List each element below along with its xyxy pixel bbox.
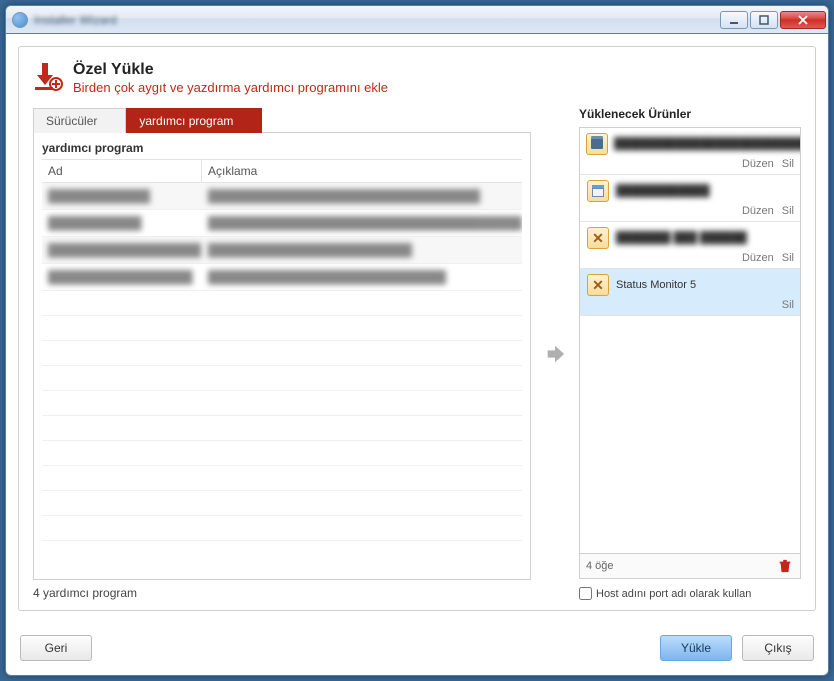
empty-row xyxy=(42,516,522,541)
delete-link[interactable]: Sil xyxy=(782,205,794,217)
content-area: Özel Yükle Birden çok aygıt ve yazdırma … xyxy=(6,34,828,623)
back-button[interactable]: Geri xyxy=(20,635,92,661)
window-controls xyxy=(720,11,826,29)
tab-utilities[interactable]: yardımcı program xyxy=(126,108,262,133)
col-header-desc[interactable]: Açıklama xyxy=(202,160,522,182)
utility-table-body: ████████████████████████████████████████… xyxy=(42,183,522,579)
empty-row xyxy=(42,316,522,341)
empty-row xyxy=(42,291,522,316)
product-name: Status Monitor 5 xyxy=(616,279,794,291)
product-item[interactable]: Status Monitor 5 Sil xyxy=(580,269,800,316)
product-actions: Düzen Sil xyxy=(586,156,794,172)
products-list: ███████████████████████████DüzenSil█████… xyxy=(579,127,801,554)
product-name: ████████████ xyxy=(616,185,794,197)
main-panel: Özel Yükle Birden çok aygıt ve yazdırma … xyxy=(18,46,816,611)
products-count: 4 öğe xyxy=(586,560,776,572)
product-item[interactable]: ████████████ Düzen Sil xyxy=(580,175,800,222)
cell-name: █████████████████ xyxy=(42,264,202,290)
empty-row xyxy=(42,341,522,366)
window-title: Installer Wizard xyxy=(34,13,720,27)
product-name: ███████ ███ ██████ xyxy=(616,232,794,244)
minimize-button[interactable] xyxy=(720,11,748,29)
cell-desc: ████████████████████████████████████████… xyxy=(202,210,522,236)
cell-name: ████████████ xyxy=(42,183,202,209)
product-top: ███████ ███ ██████ xyxy=(586,226,794,250)
product-actions: Düzen Sil xyxy=(586,203,794,219)
window-icon xyxy=(586,179,610,203)
product-item[interactable]: ███████████████████████████ Düzen Sil xyxy=(580,128,800,175)
app-icon xyxy=(12,12,28,28)
page-subtitle: Birden çok aygıt ve yazdırma yardımcı pr… xyxy=(73,80,388,95)
empty-row xyxy=(42,391,522,416)
tools-icon xyxy=(586,226,610,250)
product-item[interactable]: ███████ ███ ██████ Düzen Sil xyxy=(580,222,800,269)
cell-name: ███████████ xyxy=(42,210,202,236)
trash-icon xyxy=(778,559,792,573)
tab-drivers[interactable]: Sürücüler xyxy=(33,108,126,133)
utility-list-panel: yardımcı program Ad Açıklama ███████████… xyxy=(33,132,531,580)
right-column: Yüklenecek Ürünler █████████████████████… xyxy=(579,107,801,600)
edit-link[interactable]: Düzen xyxy=(742,252,774,264)
empty-row xyxy=(42,416,522,441)
empty-row xyxy=(42,491,522,516)
products-title: Yüklenecek Ürünler xyxy=(579,107,801,121)
install-button[interactable]: Yükle xyxy=(660,635,732,661)
host-port-checkbox[interactable] xyxy=(579,587,592,600)
product-name: ███████████████████████████ xyxy=(614,138,801,150)
utility-list-title: yardımcı program xyxy=(34,133,530,159)
table-row[interactable]: ████████████████████████████████████████… xyxy=(42,237,522,264)
edit-link[interactable]: Düzen xyxy=(742,158,774,170)
close-button[interactable] xyxy=(780,11,826,29)
utility-list-footer: 4 yardımcı program xyxy=(33,580,531,600)
header-text: Özel Yükle Birden çok aygıt ve yazdırma … xyxy=(73,61,388,95)
titlebar: Installer Wizard xyxy=(6,6,828,34)
edit-link[interactable]: Düzen xyxy=(742,205,774,217)
left-column: Sürücüler yardımcı program yardımcı prog… xyxy=(33,107,531,600)
utility-table-header: Ad Açıklama xyxy=(42,159,522,183)
delete-link[interactable]: Sil xyxy=(782,252,794,264)
bottom-bar: Geri Yükle Çıkış xyxy=(6,623,828,675)
arrow-right-icon xyxy=(544,343,566,365)
delete-link[interactable]: Sil xyxy=(782,299,794,311)
tools-icon xyxy=(586,273,610,297)
delete-link[interactable]: Sil xyxy=(782,158,794,170)
printer-icon xyxy=(586,132,608,156)
header: Özel Yükle Birden çok aygıt ve yazdırma … xyxy=(33,61,801,95)
empty-row xyxy=(42,441,522,466)
product-actions: Düzen Sil xyxy=(586,250,794,266)
host-port-label: Host adını port adı olarak kullan xyxy=(596,588,751,600)
table-row[interactable]: ████████████████████████████████████████… xyxy=(42,210,522,237)
product-top: ████████████ xyxy=(586,179,794,203)
cell-desc: ████████████████████████████████ xyxy=(202,183,522,209)
exit-button[interactable]: Çıkış xyxy=(742,635,814,661)
tabs: Sürücüler yardımcı program xyxy=(33,107,531,132)
host-port-checkbox-row[interactable]: Host adını port adı olarak kullan xyxy=(579,587,801,600)
empty-row xyxy=(42,466,522,491)
product-actions: Sil xyxy=(586,297,794,313)
col-header-name[interactable]: Ad xyxy=(42,160,202,182)
product-top: Status Monitor 5 xyxy=(586,273,794,297)
empty-row xyxy=(42,366,522,391)
cell-name: ██████████████████ xyxy=(42,237,202,263)
page-title: Özel Yükle xyxy=(73,61,388,79)
table-row[interactable]: ████████████████████████████████████████… xyxy=(42,264,522,291)
arrow-separator xyxy=(543,107,567,600)
installer-window: Installer Wizard xyxy=(5,5,829,676)
cell-desc: ████████████████████████████ xyxy=(202,264,522,290)
columns: Sürücüler yardımcı program yardımcı prog… xyxy=(33,107,801,600)
delete-all-button[interactable] xyxy=(776,557,794,575)
table-row[interactable]: ████████████████████████████████████████… xyxy=(42,183,522,210)
cell-desc: ████████████████████████ xyxy=(202,237,522,263)
products-count-bar: 4 öğe xyxy=(579,554,801,579)
maximize-button[interactable] xyxy=(750,11,778,29)
install-icon xyxy=(33,61,65,93)
product-top: ███████████████████████████ xyxy=(586,132,794,156)
